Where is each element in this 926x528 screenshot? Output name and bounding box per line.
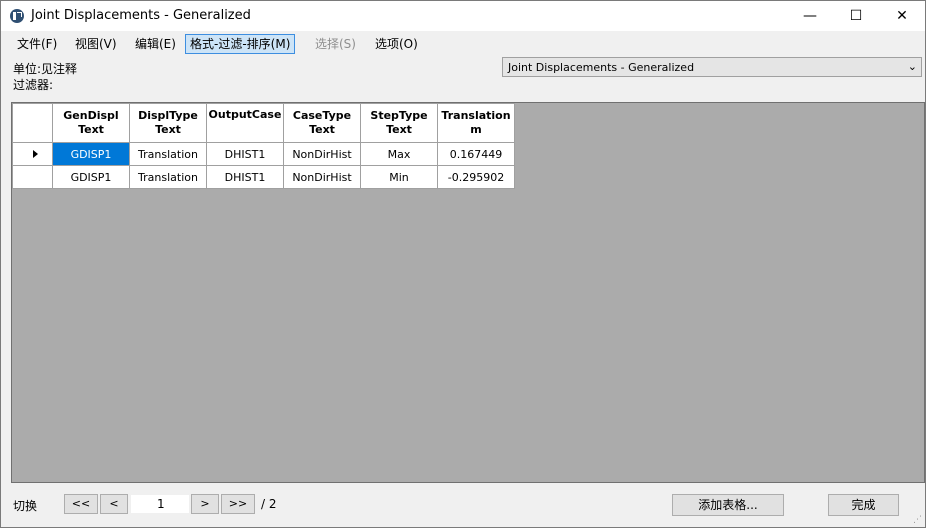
table-cell[interactable]: Max <box>360 142 438 166</box>
prev-page-button[interactable]: < <box>100 494 128 514</box>
data-grid-area: GenDispl Text DisplType Text OutputCase Ca… <box>11 102 925 483</box>
close-button[interactable]: ✕ <box>879 1 925 31</box>
menu-bar: 文件(F) 视图(V) 编辑(E) 格式-过滤-排序(M) 选择(S) 选项(O… <box>1 33 925 55</box>
table-cell[interactable]: GDISP1 <box>52 165 130 189</box>
menu-edit[interactable]: 编辑(E) <box>131 35 180 53</box>
column-header-steptype[interactable]: StepType Text <box>360 103 438 143</box>
current-row-arrow-icon <box>33 149 38 158</box>
done-button[interactable]: 完成 <box>828 494 899 516</box>
table-cell[interactable]: DHIST1 <box>206 142 284 166</box>
add-table-button[interactable]: 添加表格... <box>672 494 784 516</box>
units-note: 单位:见注释 <box>13 62 78 76</box>
table-cell[interactable]: Translation <box>129 142 207 166</box>
table-row[interactable]: GDISP1 Translation DHIST1 NonDirHist Max… <box>12 142 515 166</box>
menu-options[interactable]: 选项(O) <box>371 35 422 53</box>
page-number-input[interactable]: 1 <box>131 495 189 513</box>
menu-select: 选择(S) <box>315 37 356 51</box>
maximize-button[interactable]: ☐ <box>833 1 879 31</box>
column-header-gendispl[interactable]: GenDispl Text <box>52 103 130 143</box>
table-select[interactable]: Joint Displacements - Generalized ⌄ <box>502 57 922 77</box>
page-total: / 2 <box>261 497 277 511</box>
table-select-value: Joint Displacements - Generalized <box>508 61 695 74</box>
table-cell[interactable]: NonDirHist <box>283 165 361 189</box>
app-icon <box>10 9 24 23</box>
next-page-button[interactable]: > <box>191 494 219 514</box>
table-cell[interactable]: DHIST1 <box>206 165 284 189</box>
filter-label: 过滤器: <box>13 78 54 92</box>
app-window: Joint Displacements - Generalized — ☐ ✕ … <box>0 0 926 528</box>
grid-header-row: GenDispl Text DisplType Text OutputCase Ca… <box>12 103 515 143</box>
table-row[interactable]: GDISP1 Translation DHIST1 NonDirHist Min… <box>12 165 515 189</box>
table-cell[interactable]: GDISP1 <box>52 142 130 166</box>
bottom-bar: 切换 << < 1 > >> / 2 添加表格... 完成 <box>1 491 925 521</box>
page-number-value: 1 <box>157 497 165 511</box>
table-cell[interactable]: Min <box>360 165 438 189</box>
data-grid: GenDispl Text DisplType Text OutputCase Ca… <box>12 103 515 189</box>
column-header-outputcase[interactable]: OutputCase <box>206 103 284 143</box>
table-cell[interactable]: -0.295902 <box>437 165 515 189</box>
first-page-button[interactable]: << <box>64 494 98 514</box>
window-title: Joint Displacements - Generalized <box>31 8 251 23</box>
column-header-casetype[interactable]: CaseType Text <box>283 103 361 143</box>
table-cell[interactable]: NonDirHist <box>283 142 361 166</box>
resize-grip-icon[interactable]: ⋰ <box>913 515 923 525</box>
switch-label: 切换 <box>13 499 38 513</box>
grid-corner-cell[interactable] <box>12 103 53 143</box>
minimize-button[interactable]: — <box>787 1 833 31</box>
column-header-displtype[interactable]: DisplType Text <box>129 103 207 143</box>
title-bar: Joint Displacements - Generalized — ☐ ✕ <box>1 1 925 31</box>
row-header-current[interactable] <box>12 142 53 166</box>
menu-view[interactable]: 视图(V) <box>71 35 121 53</box>
menu-file[interactable]: 文件(F) <box>13 35 61 53</box>
column-header-translation[interactable]: Translation m <box>437 103 515 143</box>
table-cell[interactable]: 0.167449 <box>437 142 515 166</box>
menu-format-filter-sort[interactable]: 格式-过滤-排序(M) <box>185 34 296 54</box>
row-header[interactable] <box>12 165 53 189</box>
chevron-down-icon: ⌄ <box>907 60 917 73</box>
last-page-button[interactable]: >> <box>221 494 255 514</box>
table-cell[interactable]: Translation <box>129 165 207 189</box>
